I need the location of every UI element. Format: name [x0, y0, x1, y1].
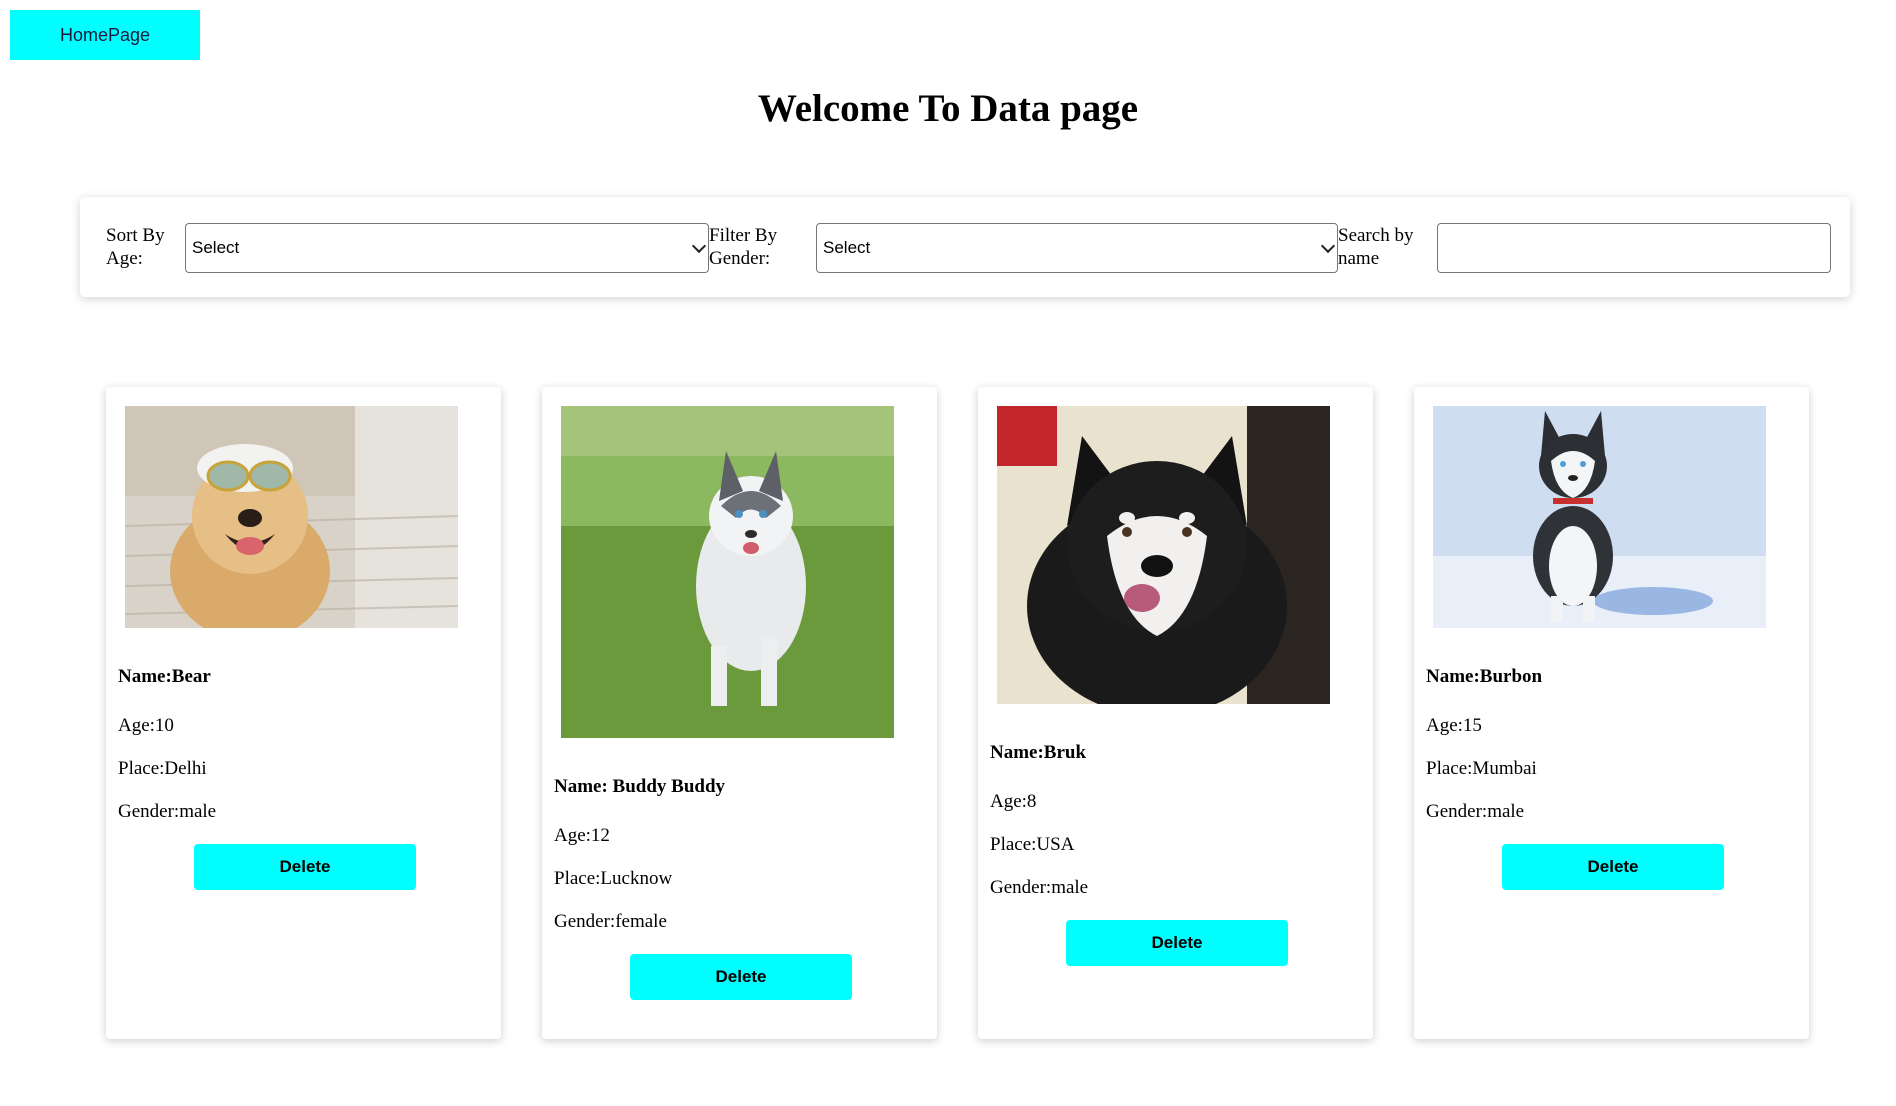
sort-by-age-label: Sort By Age:	[106, 225, 165, 269]
dog-age: Age:12	[554, 825, 610, 846]
dog-card: Name: Buddy Buddy Age:12 Place:Lucknow G…	[542, 387, 937, 1039]
dog-gender: Gender:female	[554, 911, 667, 932]
search-by-name-label: Search by name	[1338, 225, 1414, 269]
dog-name: Name:Bear	[118, 666, 211, 687]
delete-button[interactable]: Delete	[1066, 920, 1288, 966]
search-name-input[interactable]	[1437, 223, 1831, 273]
filter-by-gender-select[interactable]: Select	[816, 223, 1338, 273]
chevron-down-icon	[691, 238, 707, 254]
dog-gender: Gender:male	[118, 801, 217, 822]
dog-card: Name:Burbon Age:15 Place:Mumbai Gender:m…	[1414, 387, 1809, 1039]
gender-select-value: Select	[823, 238, 871, 257]
dog-age: Age:10	[118, 715, 174, 736]
dog-photo	[1433, 406, 1766, 628]
delete-button[interactable]: Delete	[194, 844, 416, 890]
page-title: Welcome To Data page	[757, 87, 1139, 130]
dog-age: Age:8	[990, 791, 1037, 812]
chevron-down-icon	[1320, 238, 1336, 254]
filter-by-gender-label: Filter By Gender:	[709, 225, 778, 269]
filter-bar: Sort By Age: Select Filter By Gender: Se…	[80, 197, 1850, 297]
dog-age: Age:15	[1426, 715, 1482, 736]
sort-select-value: Select	[192, 238, 240, 257]
delete-button[interactable]: Delete	[630, 954, 852, 1000]
dog-photo	[125, 406, 458, 628]
dog-photo	[561, 406, 894, 738]
dog-place: Place:Mumbai	[1426, 758, 1537, 779]
sort-by-age-select[interactable]: Select	[185, 223, 709, 273]
dog-photo	[997, 406, 1330, 704]
dog-place: Place:Delhi	[118, 758, 207, 779]
dog-name: Name:Burbon	[1426, 666, 1543, 687]
dog-gender: Gender:male	[1426, 801, 1525, 822]
dog-place: Place:Lucknow	[554, 868, 673, 889]
dog-card: Name:Bruk Age:8 Place:USA Gender:male De…	[978, 387, 1373, 1039]
delete-button[interactable]: Delete	[1502, 844, 1724, 890]
dog-gender: Gender:male	[990, 877, 1089, 898]
dog-name: Name: Buddy Buddy	[554, 776, 726, 797]
dog-name: Name:Bruk	[990, 742, 1087, 763]
homepage-button[interactable]: HomePage	[10, 10, 200, 60]
dog-place: Place:USA	[990, 834, 1075, 855]
dog-card: Name:Bear Age:10 Place:Delhi Gender:male…	[106, 387, 501, 1039]
